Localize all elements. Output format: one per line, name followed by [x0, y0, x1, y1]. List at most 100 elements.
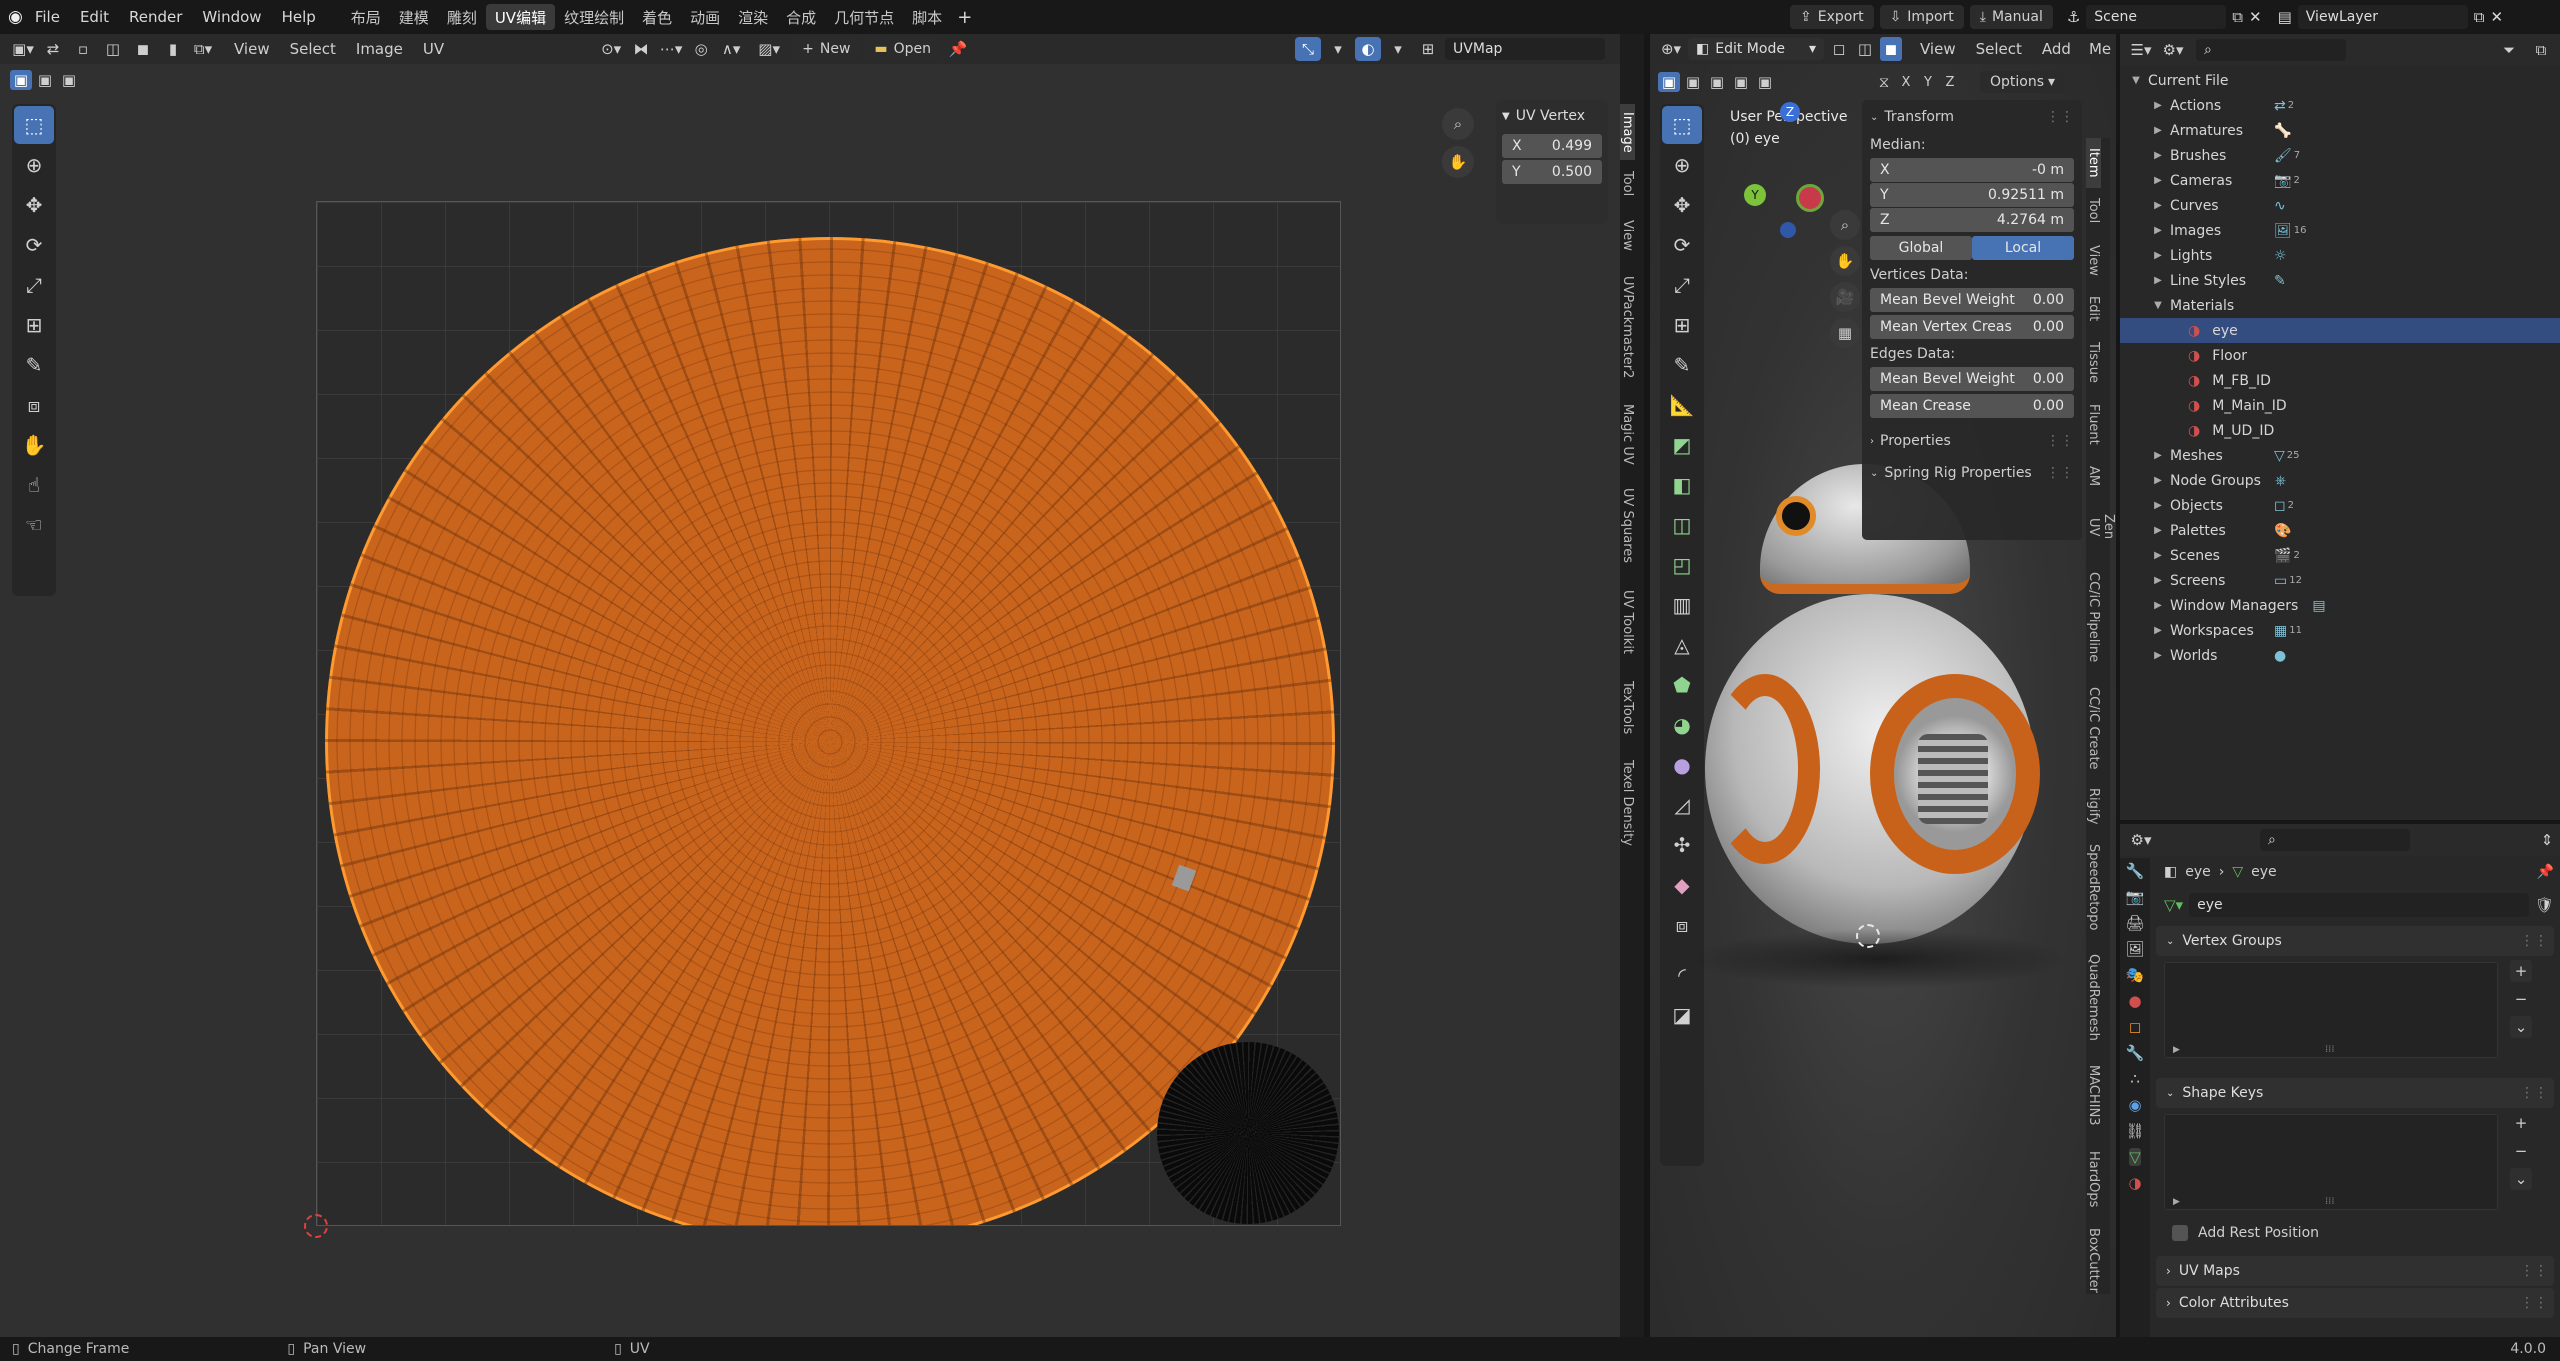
manual-button[interactable]: ⤓ Manual [1969, 5, 2053, 29]
vertex-groups-panel-header[interactable]: ⌄ Vertex Groups ⋮⋮ [2156, 926, 2554, 956]
viewport-menu-view[interactable]: View [1920, 40, 1956, 58]
uv-maps-panel-header[interactable]: › UV Maps ⋮⋮ [2156, 1256, 2554, 1286]
outliner-material-eye[interactable]: ◑ eye [2120, 318, 2560, 343]
add-workspace-icon[interactable]: + [957, 7, 972, 28]
workspace-tab-uv-editing[interactable]: UV编辑 [485, 4, 556, 30]
object-tab-icon[interactable]: ◻ [2129, 1018, 2141, 1036]
uv-dark-island[interactable] [1157, 1042, 1339, 1224]
workspace-tab-modeling[interactable]: 建模 [390, 4, 438, 30]
vp-tab-zen-uv[interactable]: Zen UV [2086, 496, 2116, 558]
vp-tab-boxcutter[interactable]: BoxCutter [2086, 1220, 2101, 1294]
shape-key-specials-icon[interactable]: ⌄ [2510, 1168, 2532, 1190]
mean-bevel-weight-field[interactable]: Mean Bevel Weight 0.00 [1870, 288, 2074, 312]
expand-arrow-icon[interactable]: ▶ [2150, 250, 2166, 261]
2d-cursor-icon[interactable] [304, 1214, 328, 1238]
uv-canvas-bounds[interactable] [316, 201, 1341, 1226]
vp-tab-speedretopo[interactable]: SpeedRetopo [2086, 832, 2101, 942]
uv-tab-uv-squares[interactable]: UV Squares [1620, 476, 1635, 576]
shape-keys-list[interactable]: ⁞⁞⁞ ▶ [2164, 1114, 2498, 1210]
expand-arrow-icon[interactable]: ▶ [2150, 100, 2166, 111]
expand-arrow-icon[interactable]: ▶ [2173, 1197, 2180, 1207]
add-shape-key-icon[interactable]: + [2510, 1112, 2532, 1134]
outliner-item-brushes[interactable]: ▶ Brushes 🖌 7 [2120, 143, 2560, 168]
workspace-tab-layout[interactable]: 布局 [342, 4, 390, 30]
expand-arrow-icon[interactable]: ▶ [2173, 1045, 2180, 1055]
uv-menu-select[interactable]: Select [290, 40, 336, 58]
vp-annotate-tool-icon[interactable]: ✎ [1662, 346, 1702, 384]
expand-arrow-icon[interactable]: ▶ [2150, 650, 2166, 661]
uv-menu-image[interactable]: Image [356, 40, 403, 58]
display-mode-icon[interactable]: ⚙▾ [2160, 38, 2186, 62]
viewport-menu-select[interactable]: Select [1976, 40, 2022, 58]
uv-vertex-y-field[interactable]: Y 0.500 [1502, 160, 1602, 184]
vp-edge-slide-tool-icon[interactable]: ◿ [1662, 786, 1702, 824]
snap-target-icon[interactable]: ⋯▾ [658, 37, 684, 61]
uv-tab-image[interactable]: Image [1620, 104, 1635, 160]
expand-arrow-icon[interactable]: ▼ [2128, 75, 2144, 86]
expand-arrow-icon[interactable]: ▼ [2150, 300, 2166, 311]
pan-hand-icon[interactable]: ✋ [1442, 146, 1474, 178]
workspace-tab-rendering[interactable]: 渲染 [729, 4, 777, 30]
expand-arrow-icon[interactable]: ▶ [2150, 500, 2166, 511]
outliner-item-images[interactable]: ▶ Images 🖼 16 [2120, 218, 2560, 243]
outliner-material-floor[interactable]: ◑ Floor [2120, 343, 2560, 368]
vp-move-tool-icon[interactable]: ✥ [1662, 186, 1702, 224]
collapse-icon[interactable]: ▼ [1502, 111, 1510, 122]
mirror-icon[interactable]: ⧖ [1874, 70, 1894, 94]
annotate-tool-icon[interactable]: ✎ [14, 346, 54, 384]
vp-boxcutter-tool-icon[interactable]: ◪ [1662, 996, 1702, 1034]
material-tab-icon[interactable]: ◑ [2128, 1174, 2141, 1192]
rip-tool-icon[interactable]: ⧈ [14, 386, 54, 424]
workspace-tab-animation[interactable]: 动画 [681, 4, 729, 30]
expand-arrow-icon[interactable]: ▶ [2150, 625, 2166, 636]
uv-tab-tool[interactable]: Tool [1620, 160, 1635, 208]
delete-viewlayer-icon[interactable]: ✕ [2491, 8, 2504, 26]
face-mode-icon[interactable]: ◼ [1880, 37, 1902, 61]
gizmo-z-axis-icon[interactable]: Z [1780, 102, 1800, 122]
editor-type-icon[interactable]: ▣▾ [10, 37, 36, 61]
select-box-tool-icon[interactable]: ⬚ [14, 106, 54, 144]
rotate-tool-icon[interactable]: ⟳ [14, 226, 54, 264]
gizmo-icon[interactable]: ⤡ [1295, 37, 1322, 61]
expand-arrow-icon[interactable]: ▶ [2150, 125, 2166, 136]
edge-mode-icon[interactable]: ◫ [1854, 37, 1876, 61]
add-vertex-group-icon[interactable]: + [2510, 960, 2532, 982]
menu-file[interactable]: File [35, 8, 60, 26]
new-viewlayer-icon[interactable]: ⧉ [2474, 8, 2485, 26]
vp-shear-tool-icon[interactable]: ◆ [1662, 866, 1702, 904]
outliner-item-meshes[interactable]: ▶ Meshes ▽ 25 [2120, 443, 2560, 468]
vp-rip-tool-icon[interactable]: ⧈ [1662, 906, 1702, 944]
fake-user-icon[interactable]: 🛡 [2535, 896, 2554, 914]
vp-tab-cc-create[interactable]: CC/iC Create [2086, 676, 2101, 780]
workspace-tab-geometry-nodes[interactable]: 几何节点 [825, 4, 903, 30]
mean-vertex-crease-field[interactable]: Mean Vertex Creas 0.00 [1870, 315, 2074, 339]
image-browse-icon[interactable]: ▨▾ [756, 37, 782, 61]
workspace-tab-sculpting[interactable]: 雕刻 [438, 4, 486, 30]
expand-arrow-icon[interactable]: ▶ [2150, 450, 2166, 461]
world-tab-icon[interactable]: ● [2128, 992, 2141, 1010]
outliner-item-palettes[interactable]: ▶ Palettes 🎨 [2120, 518, 2560, 543]
drag-handle-icon[interactable]: ⋮⋮ [2520, 933, 2548, 949]
list-resize-icon[interactable]: ⁞⁞⁞ [2325, 1044, 2335, 1055]
overlay-icon[interactable]: ◐ [1355, 37, 1382, 61]
outliner-item-node-groups[interactable]: ▶ Node Groups ⎈ [2120, 468, 2560, 493]
outliner-material-m-main-id[interactable]: ◑ M_Main_ID [2120, 393, 2560, 418]
drag-handle-icon[interactable]: ⋮⋮ [2520, 1295, 2548, 1311]
outliner-editor-type-icon[interactable]: ☰▾ [2128, 38, 2154, 62]
expand-arrow-icon[interactable]: ▶ [2150, 275, 2166, 286]
new-image-button[interactable]: + New [792, 38, 861, 60]
mirror-x-button[interactable]: X [1896, 70, 1916, 94]
particles-tab-icon[interactable]: ∴ [2130, 1070, 2140, 1088]
vertex-mode-icon[interactable]: ◻ [1828, 37, 1850, 61]
vp-polybuild-tool-icon[interactable]: ⬟ [1662, 666, 1702, 704]
scene-tab-icon[interactable]: 🎭 [2126, 966, 2145, 984]
workspace-tab-scripting[interactable]: 脚本 [903, 4, 951, 30]
cursor-tool-icon[interactable]: ⊕ [14, 146, 54, 184]
uvmap-selector[interactable]: UVMap [1445, 38, 1606, 60]
import-button[interactable]: ⇩ Import [1879, 5, 1964, 29]
vp-zoom-icon[interactable]: ⌕ [1830, 210, 1860, 240]
vertex-select-icon[interactable]: ▫ [70, 37, 96, 61]
pinch-tool-icon[interactable]: ☜ [14, 506, 54, 544]
outliner-item-curves[interactable]: ▶ Curves ∿ [2120, 193, 2560, 218]
export-button[interactable]: ⇪ Export [1790, 5, 1874, 29]
